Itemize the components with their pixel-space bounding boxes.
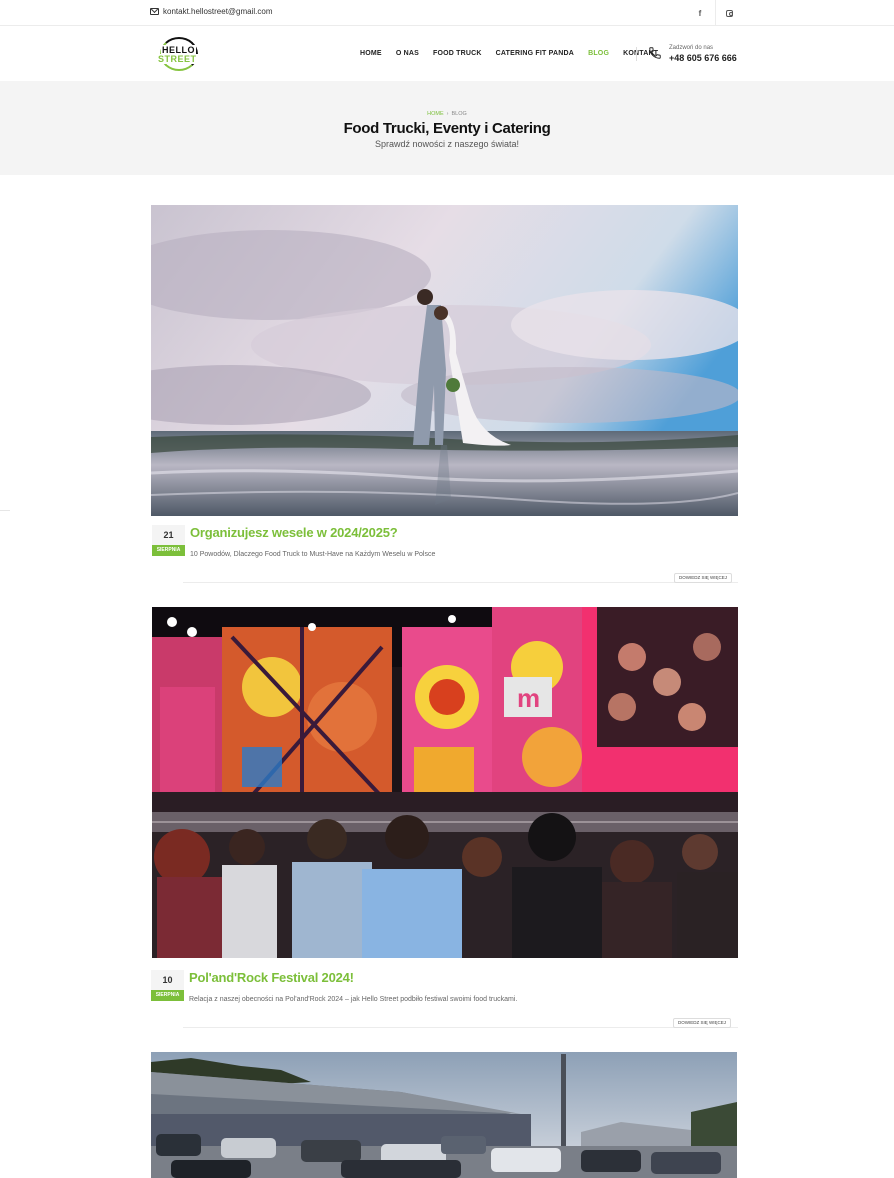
site-header: HELLO STREET HOME O NAS FOOD TRUCK CATER… — [0, 27, 894, 81]
logo-text-street: STREET — [157, 54, 198, 64]
post-date-month: Sierpnia — [151, 990, 184, 1001]
phone-icon — [649, 47, 661, 59]
post-title[interactable]: Organizujesz wesele w 2024/2025? — [190, 525, 398, 540]
post-date-day: 21 — [152, 525, 185, 545]
phone-caption: Zadzwoń do nas — [669, 45, 714, 51]
post-date-badge: 21 Sierpnia — [152, 525, 185, 556]
facebook-link[interactable]: f — [686, 0, 714, 26]
nav-item-food-truck[interactable]: FOOD TRUCK — [433, 50, 482, 57]
breadcrumb-home[interactable]: HOME — [427, 111, 444, 117]
site-logo[interactable]: HELLO STREET — [156, 35, 202, 73]
parking-photo-illustration — [151, 1052, 737, 1178]
post-image-festival[interactable]: m — [152, 607, 738, 958]
instagram-icon — [726, 9, 733, 17]
main-nav: HOME O NAS FOOD TRUCK CATERING FIT PANDA… — [360, 50, 672, 57]
contact-email-text: kontakt.hellostreet@gmail.com — [163, 7, 273, 16]
post-excerpt: 10 Powodów, Dlaczego Food Truck to Must-… — [190, 551, 436, 558]
post-excerpt: Relacja z naszej obecności na Pol'and'Ro… — [189, 996, 518, 1003]
post-date-badge: 10 Sierpnia — [151, 970, 184, 1001]
post-date-day: 10 — [151, 970, 184, 990]
edge-divider — [0, 510, 10, 511]
post-divider — [183, 582, 738, 583]
post-divider — [183, 1027, 738, 1028]
post-image-parking[interactable] — [151, 1052, 737, 1178]
festival-photo-illustration: m — [152, 607, 738, 958]
post-image-wedding[interactable] — [151, 205, 738, 516]
envelope-icon — [150, 8, 159, 15]
post-date-month: Sierpnia — [152, 545, 185, 556]
breadcrumb-separator: › — [446, 111, 449, 117]
page-subtitle: Sprawdź nowości z naszego świata! — [374, 139, 520, 149]
post-title[interactable]: Pol'and'Rock Festival 2024! — [189, 970, 354, 985]
top-bar: kontakt.hellostreet@gmail.com f — [0, 0, 894, 26]
page-title-band: HOME › BLOG Food Trucki, Eventy i Catering… — [0, 81, 894, 175]
nav-divider — [636, 47, 637, 61]
facebook-icon: f — [698, 8, 702, 18]
nav-item-o-nas[interactable]: O NAS — [396, 50, 419, 57]
breadcrumb: HOME › BLOG — [0, 111, 894, 117]
breadcrumb-current: BLOG — [451, 111, 467, 117]
read-more-button[interactable]: Dowiedz się więcej — [673, 1018, 732, 1028]
read-more-button[interactable]: Dowiedz się więcej — [674, 573, 733, 583]
nav-item-home[interactable]: HOME — [360, 50, 382, 57]
nav-item-catering[interactable]: CATERING FIT PANDA — [496, 50, 574, 57]
nav-item-blog[interactable]: BLOG — [588, 50, 609, 57]
page-title: Food Trucki, Eventy i Catering — [343, 120, 551, 137]
svg-text:m: m — [517, 683, 540, 713]
instagram-link[interactable] — [715, 0, 743, 26]
phone-number[interactable]: +48 605 676 666 — [669, 53, 737, 63]
wedding-photo-illustration — [151, 205, 738, 516]
contact-email[interactable]: kontakt.hellostreet@gmail.com — [150, 7, 273, 16]
